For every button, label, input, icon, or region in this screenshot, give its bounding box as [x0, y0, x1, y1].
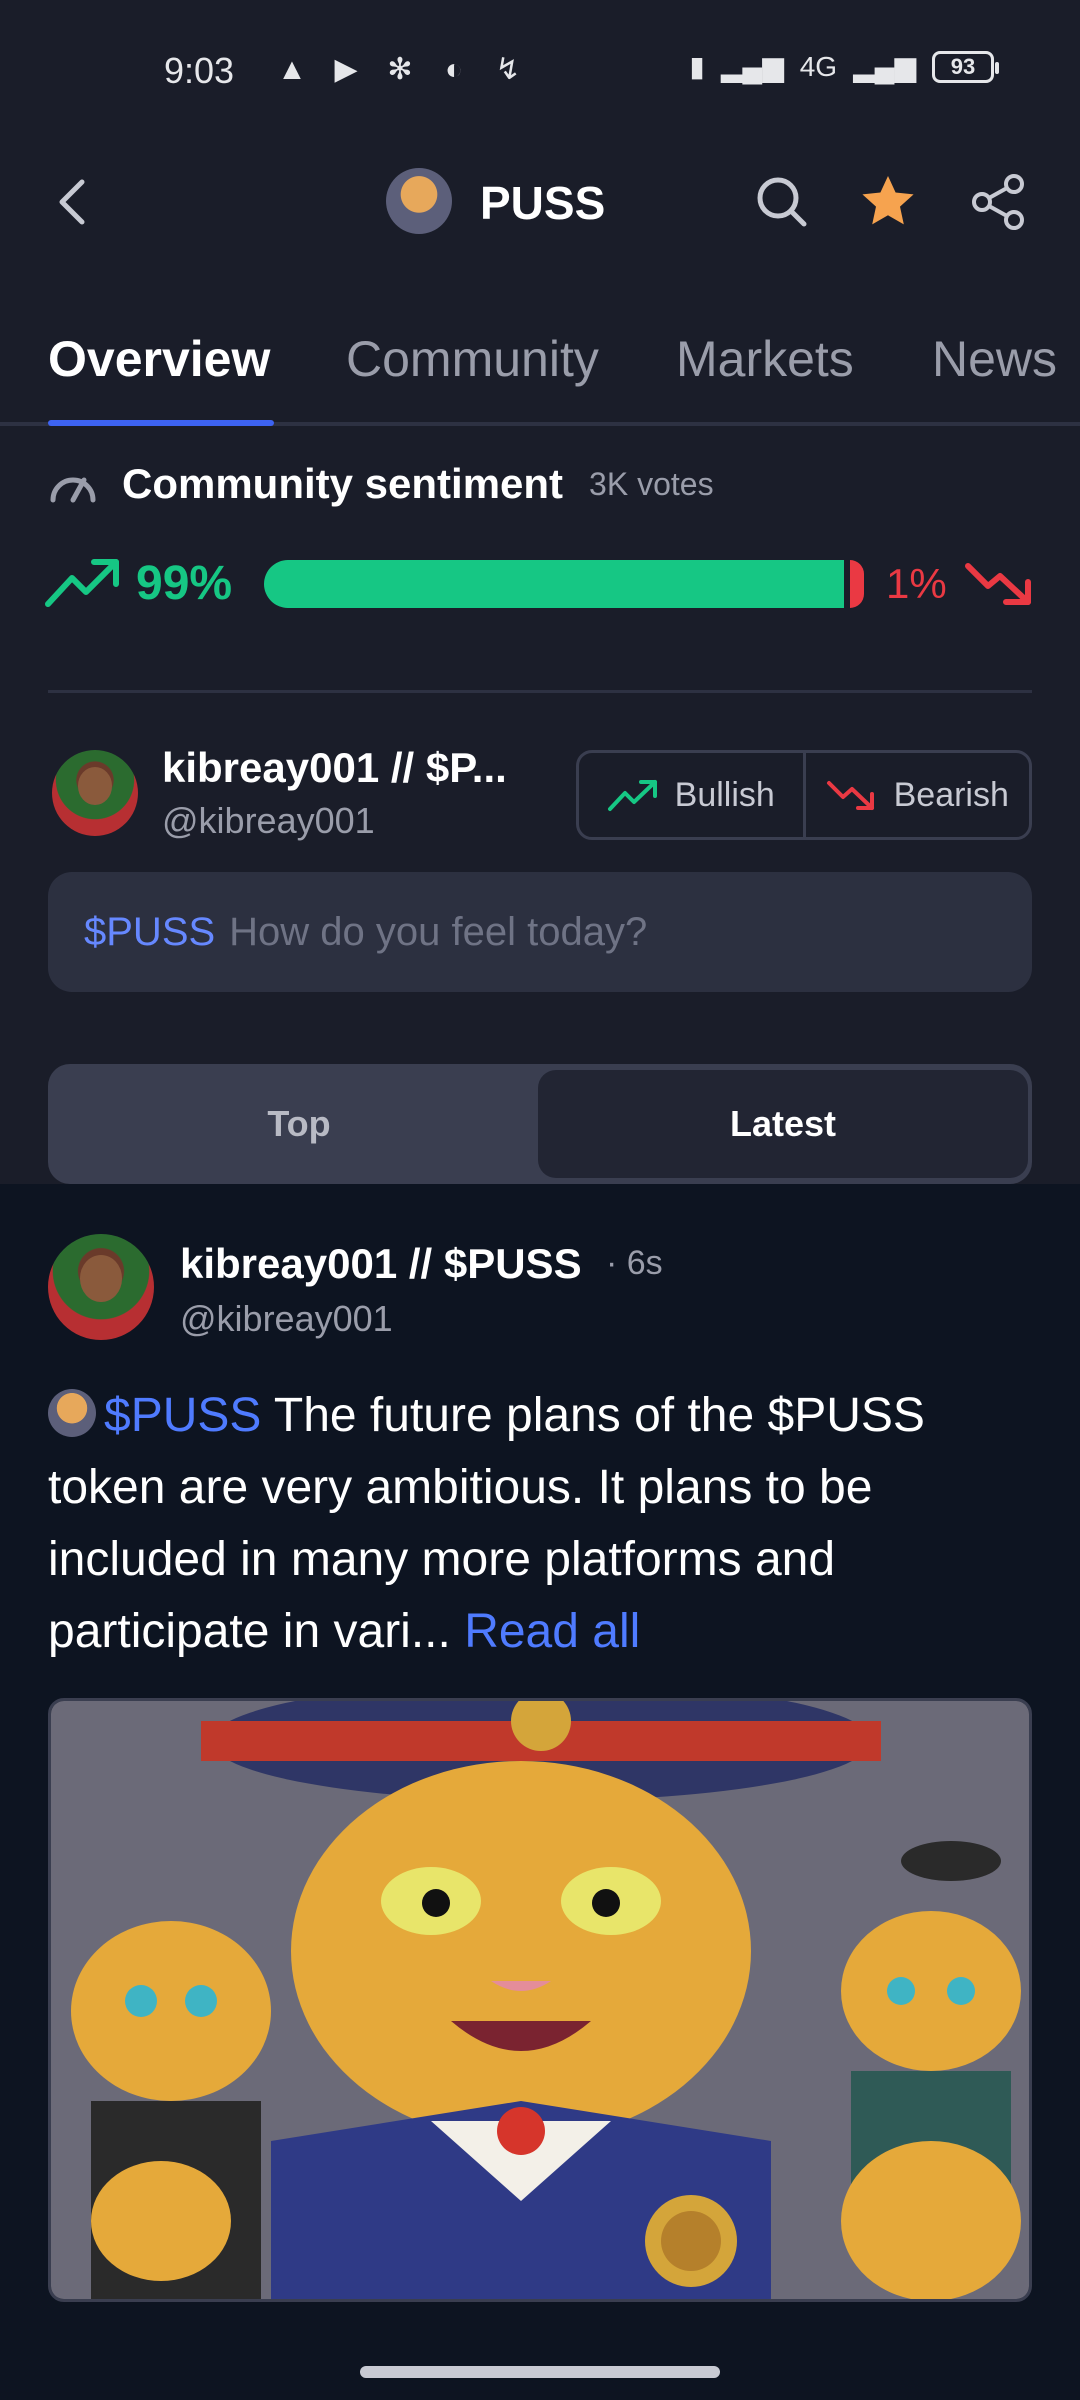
page-title: PUSS — [480, 177, 606, 229]
back-icon[interactable] — [44, 172, 104, 232]
status-time: 9:03 — [164, 50, 235, 91]
sentiment-bar-row: 99% 1% — [44, 548, 1036, 618]
sentiment-header: Community sentiment 3K votes — [48, 456, 714, 512]
status-right: ▮ ▂▄▆ 4G ▂▄▆ 93 — [689, 50, 999, 83]
signal-icon: ▂▄▆ — [720, 51, 784, 82]
bullish-bar-fill — [264, 560, 844, 608]
coin-logo-icon — [386, 168, 452, 234]
trend-down-icon — [965, 563, 1031, 605]
avatar-face — [77, 767, 113, 806]
sort-top-button[interactable]: Top — [54, 1070, 544, 1178]
network-type: 4G — [799, 50, 838, 82]
composer-user-name: kibreay001 // $P... — [162, 744, 507, 791]
bullish-button-label: Bullish — [674, 775, 775, 814]
status-bar: 9:03 ▲ ▶ ✻ ◐ ↯ ▮ ▂▄▆ 4G ▂▄▆ 93 — [0, 0, 1080, 130]
share-app-icon: ✻ — [387, 53, 413, 86]
avatar[interactable] — [52, 750, 138, 836]
battery-icon: 93 — [932, 50, 999, 83]
circle-app-icon: ◐ — [444, 53, 464, 86]
post-time: · 6s — [606, 1244, 663, 1282]
trend-down-icon — [826, 781, 874, 810]
post-user-handle: @kibreay001 — [180, 1298, 393, 1339]
star-icon[interactable] — [858, 172, 918, 232]
read-all-link[interactable]: Read all — [464, 1605, 640, 1658]
tab-news[interactable]: News — [932, 330, 1057, 388]
bearish-button[interactable]: Bearish — [802, 753, 1030, 837]
vibrate-icon: ▮ — [689, 51, 705, 82]
sentiment-bar — [264, 560, 864, 608]
trend-up-icon — [45, 559, 119, 607]
post-image[interactable] — [48, 1698, 1032, 2302]
bearish-bar-fill — [850, 560, 864, 608]
youtube-icon: ▶ — [334, 53, 358, 86]
cat-illustration — [51, 1701, 1029, 2299]
avatar-face — [79, 1255, 123, 1302]
sort-toggle: Top Latest — [48, 1064, 1032, 1184]
sentiment-vote-buttons: Bullish Bearish — [576, 750, 1032, 840]
post-cashtag[interactable]: $PUSS — [104, 1389, 261, 1442]
screen: 9:03 ▲ ▶ ✻ ◐ ↯ ▮ ▂▄▆ 4G ▂▄▆ 93 PUSS Over… — [0, 0, 1080, 2400]
sort-latest-button[interactable]: Latest — [538, 1070, 1028, 1178]
tab-markets[interactable]: Markets — [676, 330, 854, 388]
bolt-app-icon: ↯ — [495, 53, 521, 86]
input-cashtag: $PUSS — [84, 909, 216, 954]
bearish-button-label: Bearish — [893, 775, 1009, 814]
bullish-percent: 99% — [136, 557, 233, 610]
post-input[interactable]: $PUSS How do you feel today? — [48, 872, 1032, 992]
post-feed: kibreay001 // $PUSS · 6s @kibreay001 $PU… — [0, 1184, 1080, 2400]
coin-logo-icon — [48, 1389, 96, 1437]
post-user-name[interactable]: kibreay001 // $PUSS — [180, 1240, 582, 1288]
sentiment-title: Community sentiment — [122, 460, 564, 507]
post-avatar[interactable] — [48, 1234, 154, 1340]
divider — [48, 690, 1032, 693]
trend-up-icon — [607, 780, 657, 811]
active-tab-indicator — [48, 420, 274, 426]
home-indicator[interactable] — [360, 2366, 720, 2378]
game-icon: ▲ — [277, 53, 307, 86]
input-placeholder: How do you feel today? — [229, 909, 648, 954]
post-body: $PUSS The future plans of the $PUSS toke… — [48, 1380, 1032, 1668]
bearish-percent: 1% — [886, 560, 947, 607]
composer-user-handle: @kibreay001 — [162, 800, 375, 841]
tab-overview[interactable]: Overview — [48, 330, 270, 388]
tab-bar: Overview Community Markets News — [0, 320, 1080, 426]
search-icon[interactable] — [752, 172, 812, 232]
signal-icon-2: ▂▄▆ — [853, 51, 916, 82]
status-notification-icons: ▲ ▶ ✻ ◐ ↯ — [272, 52, 528, 88]
bullish-button[interactable]: Bullish — [579, 753, 803, 837]
sentiment-votes: 3K votes — [589, 465, 714, 502]
gauge-icon — [50, 477, 96, 503]
share-icon[interactable] — [968, 172, 1028, 232]
tab-community[interactable]: Community — [346, 330, 599, 388]
app-header: PUSS — [0, 150, 1080, 254]
